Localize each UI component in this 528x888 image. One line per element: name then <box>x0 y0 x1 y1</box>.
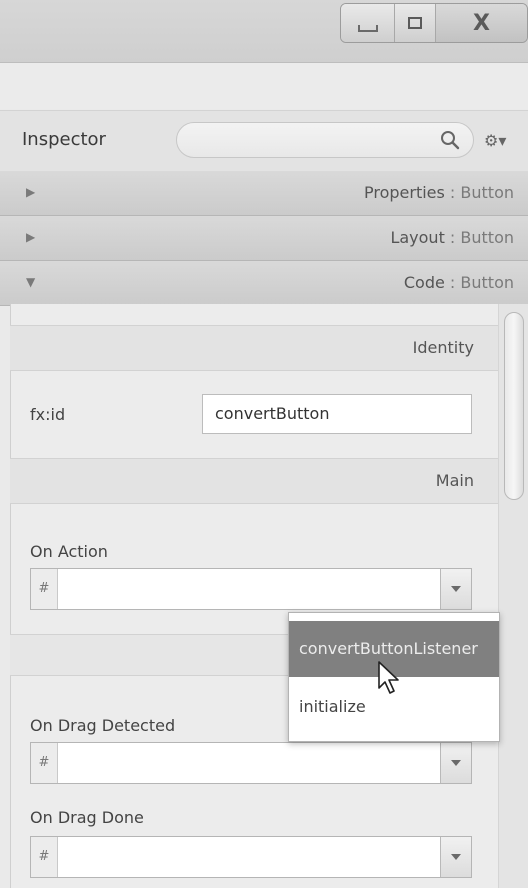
search-icon[interactable] <box>439 129 461 151</box>
dropdown-arrow-icon[interactable] <box>440 569 471 609</box>
maximize-button[interactable] <box>395 4 436 42</box>
minimize-icon <box>357 24 378 32</box>
on-action-combo[interactable]: # <box>30 568 472 610</box>
maximize-icon <box>408 17 423 29</box>
hash-icon: # <box>31 743 58 783</box>
expand-arrow-icon: ▶ <box>26 230 36 244</box>
hash-icon: # <box>31 837 58 877</box>
section-code[interactable]: ▼ Code : Button <box>0 261 528 306</box>
settings-gear-icon[interactable]: ⚙▾ <box>484 131 506 150</box>
main-header-label: Main <box>435 471 474 490</box>
main-header: Main <box>10 458 500 504</box>
toolbar-band <box>0 63 528 109</box>
section-type: Button <box>460 183 514 202</box>
on-action-label: On Action <box>30 542 108 561</box>
section-type: Button <box>460 273 514 292</box>
collapse-arrow-icon: ▼ <box>26 275 36 289</box>
close-button[interactable]: X <box>435 4 527 42</box>
section-layout[interactable]: ▶ Layout : Button <box>0 216 528 261</box>
section-label: Code : Button <box>404 273 514 292</box>
section-label: Layout : Button <box>390 228 514 247</box>
fxid-field[interactable]: convertButton <box>202 394 472 434</box>
mouse-cursor-icon <box>378 661 399 694</box>
dropdown-arrow-icon[interactable] <box>440 837 471 877</box>
dropdown-arrow-icon[interactable] <box>440 743 471 783</box>
section-separator: : <box>444 273 461 292</box>
minimize-button[interactable] <box>341 4 396 42</box>
section-name: Layout <box>390 228 445 247</box>
hash-icon: # <box>31 569 58 609</box>
section-name: Properties <box>363 183 445 202</box>
identity-header: Identity <box>10 325 500 371</box>
close-icon: X <box>473 10 490 36</box>
search-input[interactable] <box>176 122 474 158</box>
vertical-scrollbar[interactable] <box>498 304 528 888</box>
inspector-title: Inspector <box>22 129 106 150</box>
section-properties[interactable]: ▶ Properties : Button <box>0 171 528 216</box>
scrollbar-thumb[interactable] <box>504 312 524 500</box>
fxid-label: fx:id <box>30 405 66 424</box>
window-controls: X <box>340 3 528 43</box>
on-drag-done-combo[interactable]: # <box>30 836 472 878</box>
title-bar: X <box>0 0 528 63</box>
on-drag-detected-combo[interactable]: # <box>30 742 472 784</box>
on-drag-done-label: On Drag Done <box>30 808 144 827</box>
section-separator: : <box>444 183 461 202</box>
section-separator: : <box>444 228 461 247</box>
section-name: Code <box>403 273 445 292</box>
inspector-header: Inspector ⚙▾ <box>0 110 528 172</box>
identity-header-label: Identity <box>412 338 474 357</box>
section-label: Properties : Button <box>364 183 514 202</box>
on-drag-detected-label: On Drag Detected <box>30 716 176 735</box>
expand-arrow-icon: ▶ <box>26 185 36 199</box>
section-type: Button <box>460 228 514 247</box>
